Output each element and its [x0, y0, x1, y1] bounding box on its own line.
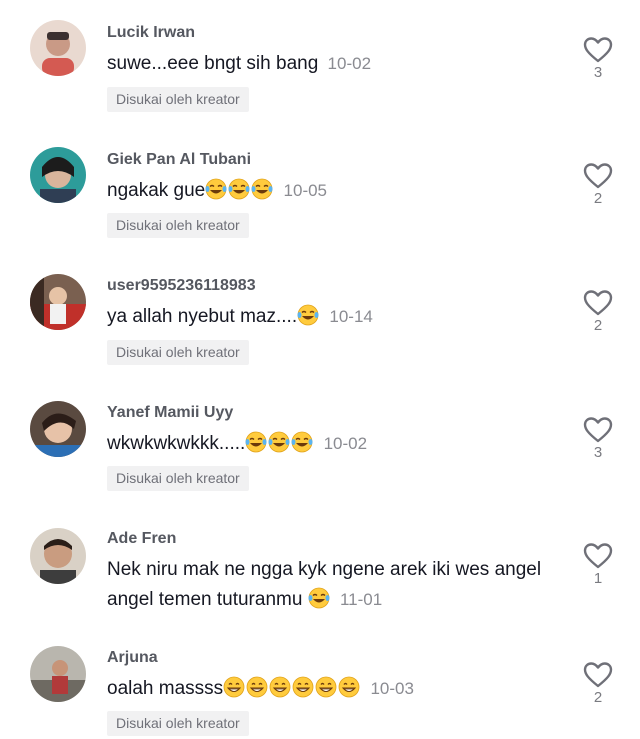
like-button[interactable]: 3: [580, 36, 616, 81]
like-count: 3: [593, 64, 603, 81]
username[interactable]: user9595236118983: [107, 277, 256, 295]
username[interactable]: Arjuna: [107, 649, 158, 667]
username[interactable]: Giek Pan Al Tubani: [107, 151, 251, 169]
like-button[interactable]: 2: [580, 162, 616, 207]
heart-icon: [583, 662, 613, 688]
grinning-face-icon: [246, 676, 268, 698]
heart-icon: [583, 417, 613, 443]
like-count: 2: [593, 190, 603, 207]
comment-date: 11-01: [339, 590, 383, 609]
face-with-tears-of-joy-icon: [297, 304, 319, 326]
comment-text: Nek niru mak ne ngga kyk ngene arek iki …: [107, 555, 557, 615]
liked-by-creator-badge: Disukai oleh kreator: [107, 466, 249, 491]
avatar[interactable]: [30, 528, 86, 584]
comment-body: oalah massss: [107, 678, 224, 699]
comment-text: suwe...eee bngt sih bang 10-02: [107, 49, 557, 79]
comment-date: 10-05: [283, 181, 328, 200]
comment-date: 10-02: [323, 434, 368, 453]
liked-by-creator-badge: Disukai oleh kreator: [107, 213, 249, 238]
comment-date: 10-14: [329, 307, 373, 326]
username[interactable]: Yanef Mamii Uyy: [107, 404, 233, 422]
liked-by-creator-badge: Disukai oleh kreator: [107, 87, 249, 112]
like-button[interactable]: 1: [580, 542, 616, 587]
avatar[interactable]: [30, 147, 86, 203]
like-count: 1: [593, 570, 603, 587]
heart-icon: [583, 290, 613, 316]
comment-body: ya allah nyebut maz....: [107, 306, 298, 327]
face-with-tears-of-joy-icon: [268, 431, 290, 453]
like-count: 2: [593, 689, 603, 706]
like-count: 3: [593, 444, 603, 461]
like-button[interactable]: 2: [580, 661, 616, 706]
like-button[interactable]: 2: [580, 289, 616, 334]
face-with-tears-of-joy-icon: [205, 178, 227, 200]
avatar[interactable]: [30, 274, 86, 330]
heart-icon: [583, 37, 613, 63]
avatar[interactable]: [30, 401, 86, 457]
grinning-face-icon: [292, 676, 314, 698]
comment-body: ngakak gue: [107, 180, 206, 201]
username[interactable]: Lucik Irwan: [107, 24, 195, 42]
comment-text: oalah massss 10-03: [107, 674, 557, 704]
username[interactable]: Ade Fren: [107, 530, 176, 548]
grinning-face-icon: [223, 676, 245, 698]
comment-text: ngakak gue 10-05: [107, 176, 557, 206]
face-with-tears-of-joy-icon: [245, 431, 267, 453]
face-with-tears-of-joy-icon: [251, 178, 273, 200]
face-with-tears-of-joy-icon: [291, 431, 313, 453]
grinning-face-icon: [338, 676, 360, 698]
grinning-face-icon: [269, 676, 291, 698]
comment-text: wkwkwkwkkk..... 10-02: [107, 429, 557, 459]
liked-by-creator-badge: Disukai oleh kreator: [107, 711, 249, 736]
liked-by-creator-badge: Disukai oleh kreator: [107, 340, 249, 365]
like-count: 2: [593, 317, 603, 334]
heart-icon: [583, 163, 613, 189]
grinning-face-icon: [315, 676, 337, 698]
comment-text: ya allah nyebut maz.... 10-14: [107, 302, 557, 332]
like-button[interactable]: 3: [580, 416, 616, 461]
comment-body: wkwkwkwkkk.....: [107, 433, 246, 454]
comment-date: 10-02: [327, 54, 372, 73]
heart-icon: [583, 543, 613, 569]
face-with-tears-of-joy-icon: [308, 587, 330, 609]
face-with-tears-of-joy-icon: [228, 178, 250, 200]
comment-body: suwe...eee bngt sih bang: [107, 53, 319, 74]
comment-date: 10-03: [370, 679, 414, 698]
avatar[interactable]: [30, 20, 86, 76]
avatar[interactable]: [30, 646, 86, 702]
